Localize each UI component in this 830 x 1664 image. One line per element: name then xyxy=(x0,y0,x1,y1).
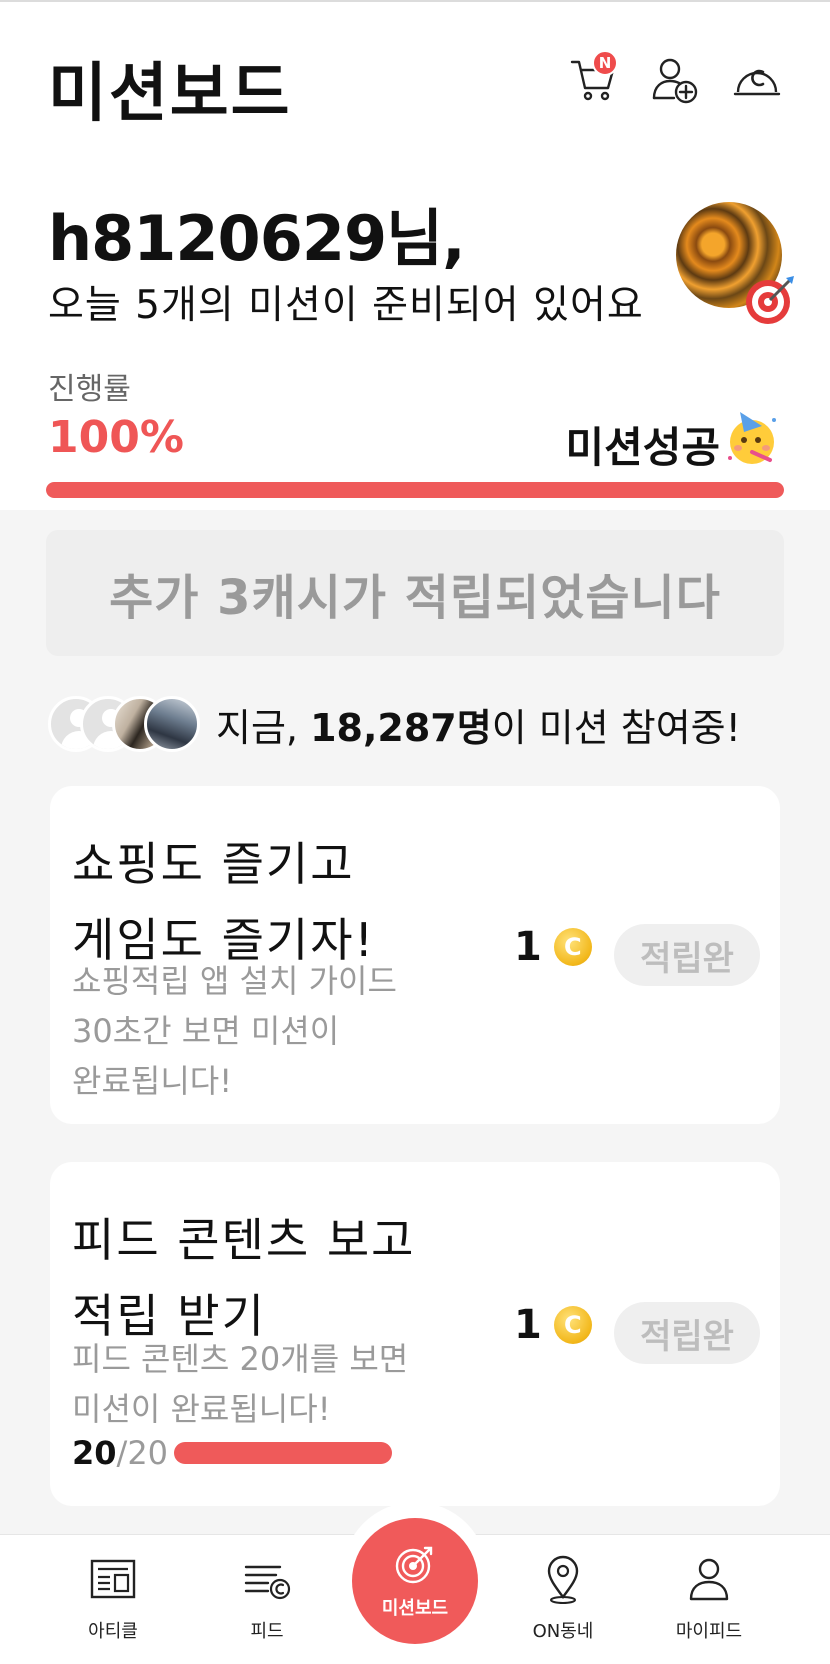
mission-card-shopping[interactable]: 쇼핑도 즐기고 게임도 즐기자! 쇼핑적립 앱 설치 가이드 30초간 보면 미… xyxy=(50,786,780,1124)
mission-card-feed[interactable]: 피드 콘텐츠 보고 적립 받기 피드 콘텐츠 20개를 보면 미션이 완료됩니다… xyxy=(50,1162,780,1506)
progress-bar-fill xyxy=(46,482,784,498)
cart-button[interactable]: N xyxy=(568,50,618,104)
coin-icon: C xyxy=(553,928,592,966)
cash-button[interactable] xyxy=(732,54,782,104)
mission-description: 쇼핑적립 앱 설치 가이드 30초간 보면 미션이 완료됩니다! xyxy=(72,956,397,1106)
reward-amount: 1 xyxy=(514,924,542,970)
nav-label: 아티클 xyxy=(88,1621,138,1642)
top-section: 미션보드 N h8120629님, 오늘 5개의 미션이 준비되어 있어요 진행… xyxy=(0,0,830,510)
user-greeting: h8120629님, xyxy=(48,202,466,275)
article-icon xyxy=(90,1559,136,1599)
profile-icon xyxy=(689,1558,729,1601)
page-title: 미션보드 xyxy=(48,57,292,131)
header-icons: N xyxy=(568,50,782,104)
earned-status-button[interactable]: 적립완 xyxy=(614,924,760,986)
mission-reward: 1 C xyxy=(514,1302,592,1348)
progress-value: 100% xyxy=(48,412,184,463)
participants-suffix: 이 미션 참여중! xyxy=(491,705,741,750)
coin-icon: C xyxy=(553,1306,592,1344)
participants-count: 18,287명 xyxy=(310,705,492,750)
cart-new-badge: N xyxy=(592,50,618,76)
nav-item-my-feed[interactable]: 마이피드 xyxy=(654,1553,764,1643)
mission-progress-fill xyxy=(174,1442,393,1464)
participants-prefix: 지금, xyxy=(216,705,298,750)
participants-text: 지금, 18,287명이 미션 참여중! xyxy=(216,697,741,752)
mission-success-text: 미션성공 xyxy=(565,423,720,472)
progress-label: 진행률 xyxy=(48,372,131,407)
mission-description: 피드 콘텐츠 20개를 보면 미션이 완료됩니다! xyxy=(72,1334,408,1434)
nav-item-article[interactable]: 아티클 xyxy=(58,1553,168,1643)
earned-status-button[interactable]: 적립완 xyxy=(614,1302,760,1364)
nav-item-feed[interactable]: 피드 xyxy=(212,1553,322,1643)
mission-progress-bar xyxy=(174,1442,393,1464)
feed-icon xyxy=(244,1565,291,1600)
cash-icon xyxy=(733,69,781,96)
target-icon xyxy=(395,1546,433,1584)
reward-amount: 1 xyxy=(514,1302,542,1348)
mission-desc-line: 미션이 완료됩니다! xyxy=(72,1390,331,1428)
mission-title-line: 피드 콘텐츠 보고 xyxy=(72,1213,416,1267)
progress-bar xyxy=(46,482,784,498)
add-friend-icon xyxy=(652,58,698,104)
nav-item-mission-board[interactable]: 미션보드 xyxy=(352,1518,478,1644)
mission-desc-line: 피드 콘텐츠 20개를 보면 xyxy=(72,1340,409,1378)
mission-progress: 20/20 xyxy=(72,1434,393,1472)
progress-current: 20 xyxy=(72,1434,117,1472)
location-icon xyxy=(547,1555,579,1604)
progress-total: /20 xyxy=(116,1434,169,1472)
nav-label: 마이피드 xyxy=(675,1621,743,1642)
nav-label: 피드 xyxy=(250,1621,284,1642)
party-face-icon xyxy=(728,412,776,464)
participants-row: 지금, 18,287명이 미션 참여중! xyxy=(48,696,741,752)
mission-title-line: 쇼핑도 즐기고 xyxy=(72,837,355,891)
nav-label: 미션보드 xyxy=(381,1598,449,1619)
mission-reward: 1 C xyxy=(514,924,592,970)
nav-label: ON동네 xyxy=(532,1621,594,1642)
mission-desc-line: 30초간 보면 미션이 xyxy=(72,1012,340,1050)
mission-count-text: 오늘 5개의 미션이 준비되어 있어요 xyxy=(48,283,644,328)
mission-title: 피드 콘텐츠 보고 적립 받기 xyxy=(72,1202,415,1354)
avatar xyxy=(144,696,200,752)
mission-desc-line: 완료됩니다! xyxy=(72,1062,233,1100)
mission-desc-line: 쇼핑적립 앱 설치 가이드 xyxy=(72,962,397,1000)
target-emoji-icon xyxy=(746,276,794,324)
bonus-message: 추가 3캐시가 적립되었습니다 xyxy=(46,530,784,656)
nav-item-on-neighborhood[interactable]: ON동네 xyxy=(508,1553,618,1643)
add-friend-button[interactable] xyxy=(650,54,700,104)
